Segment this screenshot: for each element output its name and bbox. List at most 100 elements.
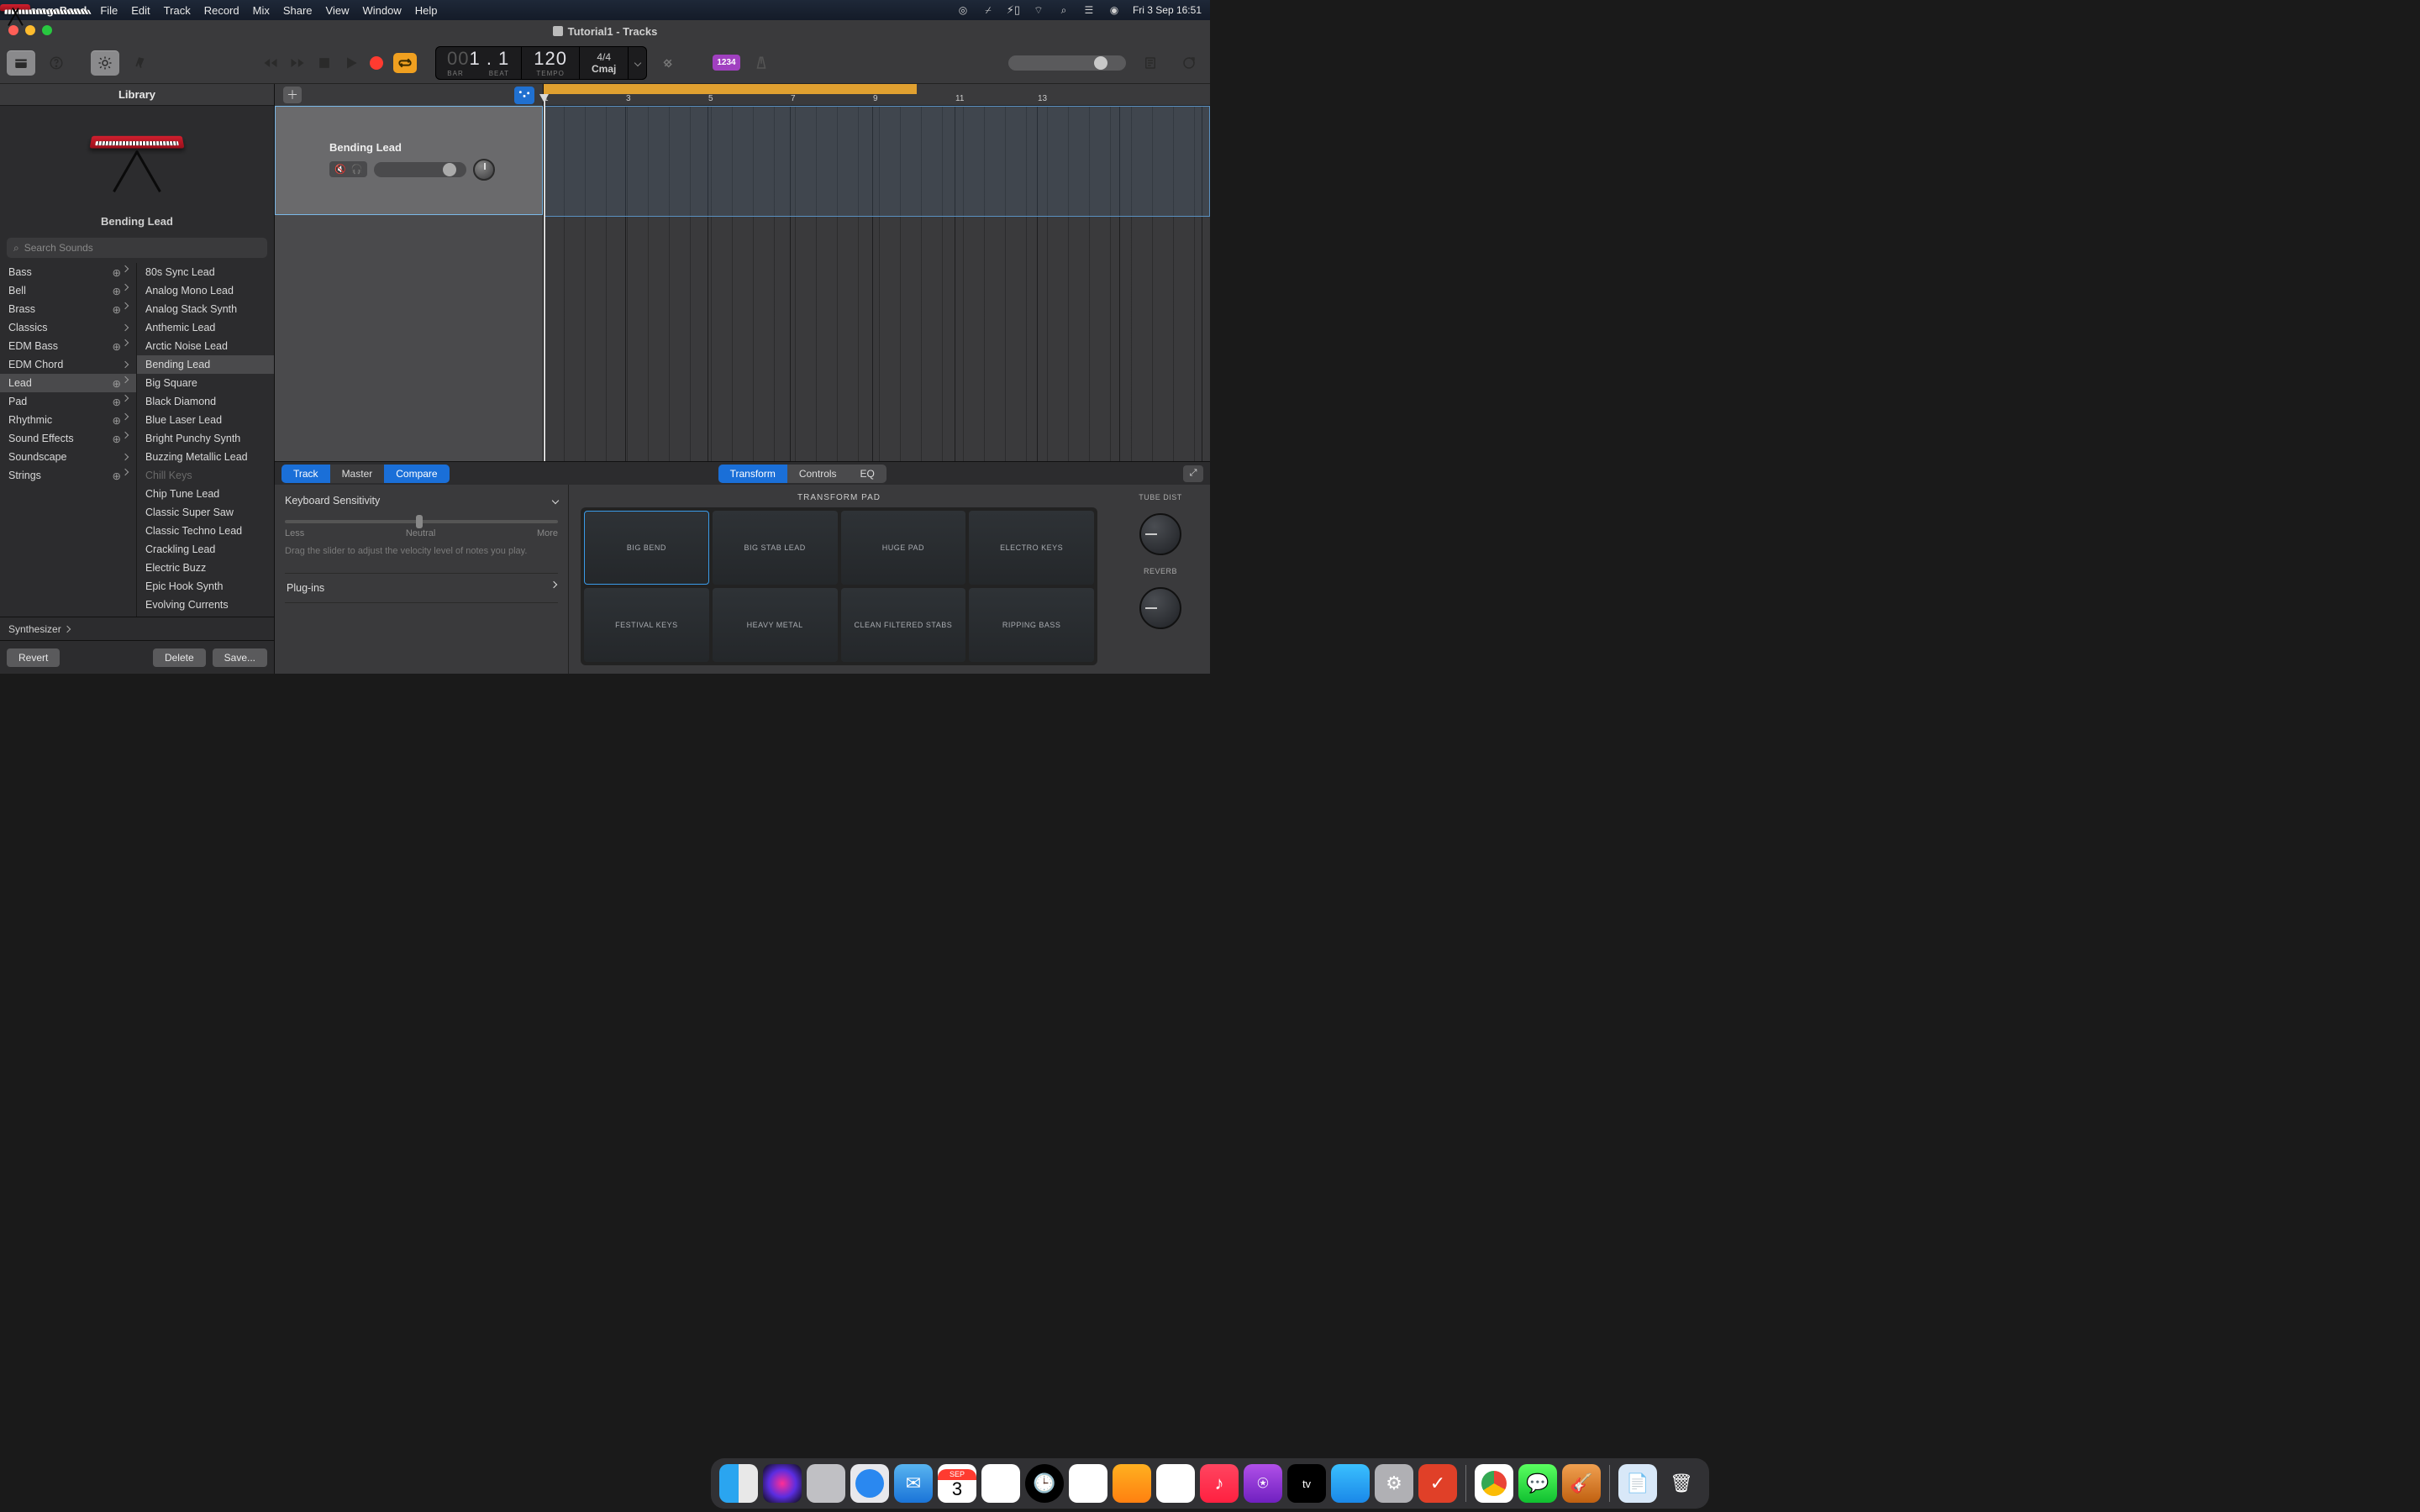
- arrange-area[interactable]: 135791113: [544, 84, 1210, 461]
- reverb-knob[interactable]: [1139, 587, 1181, 629]
- transform-pad[interactable]: CLEAN FILTERED STABS: [841, 588, 966, 662]
- library-patch-item[interactable]: Blue Laser Lead: [137, 411, 274, 429]
- library-patch-item[interactable]: Big Square: [137, 374, 274, 392]
- library-patch-item[interactable]: Chill Keys: [137, 466, 274, 485]
- library-category-item[interactable]: EDM Bass⊕: [0, 337, 136, 355]
- dock-garageband[interactable]: 🎸: [1562, 1464, 1601, 1503]
- tab-master[interactable]: Master: [330, 465, 385, 483]
- bluetooth-off-icon[interactable]: ⌿: [981, 3, 995, 17]
- tab-eq[interactable]: EQ: [849, 465, 886, 483]
- dock-tv[interactable]: tv: [1287, 1464, 1326, 1503]
- menu-help[interactable]: Help: [415, 4, 438, 17]
- dock-notes[interactable]: [981, 1464, 1020, 1503]
- library-patch-item[interactable]: Electric Buzz: [137, 559, 274, 577]
- library-category-item[interactable]: Rhythmic⊕: [0, 411, 136, 429]
- library-category-item[interactable]: Soundscape: [0, 448, 136, 466]
- library-patch-item[interactable]: Bending Lead: [137, 355, 274, 374]
- dock-mail[interactable]: ✉︎: [894, 1464, 933, 1503]
- siri-icon[interactable]: ◉: [1107, 3, 1121, 17]
- library-breadcrumb[interactable]: Synthesizer: [0, 617, 274, 640]
- menu-record[interactable]: Record: [204, 4, 239, 17]
- playhead[interactable]: [544, 94, 545, 461]
- dock-pages[interactable]: [1113, 1464, 1151, 1503]
- close-window-button[interactable]: [8, 25, 18, 35]
- dock-chrome[interactable]: [1475, 1464, 1513, 1503]
- library-patch-item[interactable]: Black Diamond: [137, 392, 274, 411]
- track-pan-knob[interactable]: [473, 159, 495, 181]
- dock-photos[interactable]: ✿: [1156, 1464, 1195, 1503]
- track-name[interactable]: Bending Lead: [329, 141, 530, 154]
- library-category-item[interactable]: Classics: [0, 318, 136, 337]
- plugins-disclosure[interactable]: Plug-ins: [285, 573, 558, 603]
- creative-cloud-icon[interactable]: ◎: [956, 3, 970, 17]
- dock-reminders[interactable]: [1069, 1464, 1107, 1503]
- library-patch-list[interactable]: 80s Sync LeadAnalog Mono LeadAnalog Stac…: [137, 263, 274, 617]
- transform-pad[interactable]: HUGE PAD: [841, 511, 966, 585]
- dock-launchpad[interactable]: [807, 1464, 845, 1503]
- stop-button[interactable]: [316, 55, 333, 71]
- dock-finder[interactable]: [719, 1464, 758, 1503]
- menu-edit[interactable]: Edit: [131, 4, 150, 17]
- delete-button[interactable]: Delete: [153, 648, 206, 667]
- control-center-icon[interactable]: ☰: [1082, 3, 1096, 17]
- library-patch-item[interactable]: Bright Punchy Synth: [137, 429, 274, 448]
- sensitivity-slider[interactable]: [285, 520, 558, 523]
- menu-file[interactable]: File: [100, 4, 118, 17]
- menu-view[interactable]: View: [326, 4, 350, 17]
- count-in-button[interactable]: 1234: [713, 55, 739, 71]
- dock-systempreferences[interactable]: ⚙︎: [1375, 1464, 1413, 1503]
- track-volume-slider[interactable]: [374, 162, 466, 177]
- menubar-clock[interactable]: Fri 3 Sep 16:51: [1133, 4, 1202, 16]
- dock-music[interactable]: ♪: [1200, 1464, 1239, 1503]
- wifi-icon[interactable]: ⌔: [1032, 3, 1045, 17]
- library-patch-item[interactable]: Analog Stack Synth: [137, 300, 274, 318]
- revert-button[interactable]: Revert: [7, 648, 60, 667]
- chevron-down-icon[interactable]: [552, 497, 559, 504]
- menu-mix[interactable]: Mix: [253, 4, 270, 17]
- transform-pad[interactable]: HEAVY METAL: [713, 588, 838, 662]
- menu-share[interactable]: Share: [283, 4, 313, 17]
- tab-track[interactable]: Track: [281, 465, 330, 483]
- dock-siri[interactable]: [763, 1464, 802, 1503]
- tuner-button[interactable]: [654, 50, 682, 76]
- cycle-region[interactable]: [544, 84, 917, 94]
- search-sounds-input[interactable]: ⌕ Search Sounds: [7, 238, 267, 258]
- transform-pad[interactable]: BIG BEND: [584, 511, 709, 585]
- notepad-button[interactable]: [1136, 50, 1165, 76]
- spotlight-icon[interactable]: ⌕: [1057, 3, 1071, 17]
- dock-appstore[interactable]: [1331, 1464, 1370, 1503]
- metronome-button[interactable]: [747, 50, 776, 76]
- fast-forward-button[interactable]: [289, 55, 306, 71]
- play-button[interactable]: [343, 55, 360, 71]
- library-category-item[interactable]: EDM Chord: [0, 355, 136, 374]
- dock-trash[interactable]: 🗑: [1662, 1464, 1701, 1503]
- library-category-item[interactable]: Strings⊕: [0, 466, 136, 485]
- add-track-button[interactable]: ＋: [283, 87, 302, 103]
- tab-compare[interactable]: Compare: [384, 465, 449, 483]
- library-patch-item[interactable]: Evolving Currents: [137, 596, 274, 614]
- track-header[interactable]: Bending Lead 🔇 🎧: [275, 106, 543, 215]
- cycle-button[interactable]: [393, 53, 417, 73]
- tab-controls[interactable]: Controls: [787, 465, 849, 483]
- editors-button[interactable]: [126, 50, 155, 76]
- lcd-tempo[interactable]: 120: [534, 48, 567, 70]
- tube-dist-knob[interactable]: [1139, 513, 1181, 555]
- dock-recent-doc[interactable]: 📄: [1618, 1464, 1657, 1503]
- loop-browser-button[interactable]: [1175, 50, 1203, 76]
- library-patch-item[interactable]: 80s Sync Lead: [137, 263, 274, 281]
- library-patch-item[interactable]: Buzzing Metallic Lead: [137, 448, 274, 466]
- transform-pad[interactable]: FESTIVAL KEYS: [584, 588, 709, 662]
- library-category-item[interactable]: Bell⊕: [0, 281, 136, 300]
- mute-icon[interactable]: 🔇: [334, 164, 346, 175]
- transform-pad[interactable]: BIG STAB LEAD: [713, 511, 838, 585]
- record-button[interactable]: [370, 56, 383, 70]
- document-proxy-icon[interactable]: [553, 26, 563, 36]
- library-patch-item[interactable]: Epic Hook Synth: [137, 577, 274, 596]
- battery-icon[interactable]: ⚡︎▯: [1007, 3, 1020, 17]
- library-patch-item[interactable]: Classic Super Saw: [137, 503, 274, 522]
- zoom-window-button[interactable]: [42, 25, 52, 35]
- lcd-timesig[interactable]: 4/4: [597, 51, 611, 63]
- dock-messages[interactable]: 💬: [1518, 1464, 1557, 1503]
- dock-todoist[interactable]: ✓: [1418, 1464, 1457, 1503]
- menu-window[interactable]: Window: [363, 4, 402, 17]
